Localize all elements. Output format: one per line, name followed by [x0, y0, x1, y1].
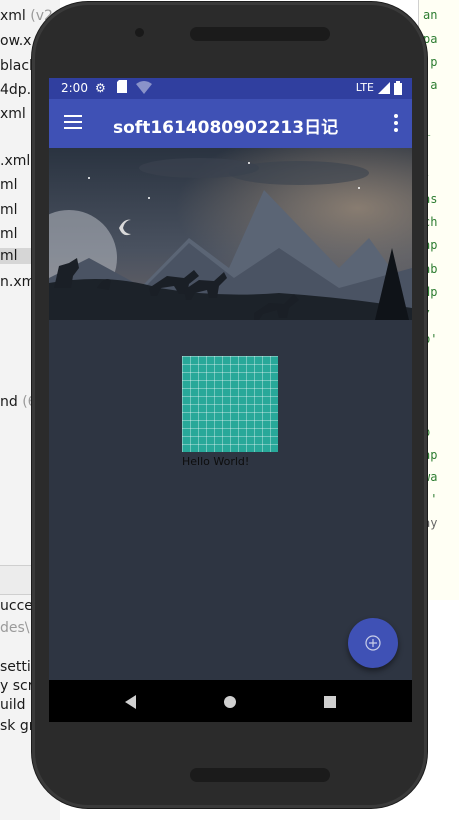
front-camera [135, 28, 144, 37]
hamburger-menu-icon[interactable] [64, 115, 82, 129]
settings-gear-icon: ⚙ [95, 81, 106, 95]
more-vert-icon[interactable] [394, 114, 398, 132]
top-speaker-grille [190, 27, 330, 41]
wifi-icon [136, 81, 152, 97]
status-bar: 2:00 ⚙ LTE [49, 78, 412, 99]
ide-file-item[interactable]: .xml [0, 153, 30, 169]
ide-file-item[interactable]: n.xm [0, 274, 35, 290]
system-navigation-bar [49, 680, 412, 722]
grid-image-view [182, 356, 278, 452]
code-line: an [423, 8, 438, 22]
signal-icon [378, 82, 390, 97]
ide-build-line: des\ [0, 620, 30, 636]
ide-build-line: uild [0, 697, 26, 713]
home-circle-icon[interactable] [220, 692, 240, 712]
back-triangle-icon[interactable] [121, 692, 141, 712]
battery-icon [394, 81, 402, 98]
ide-file-item[interactable]: xml [0, 106, 26, 122]
add-fab-button[interactable] [348, 618, 398, 668]
app-toolbar: soft1614080902213日记 [49, 99, 412, 148]
hello-text: Hello World! [182, 455, 250, 468]
status-time: 2:00 [61, 81, 88, 95]
network-type-label: LTE [355, 81, 374, 94]
bottom-speaker-grille [190, 768, 330, 782]
sd-card-icon [117, 80, 127, 96]
ide-file-item[interactable]: ml [0, 177, 18, 193]
recents-square-icon[interactable] [320, 692, 340, 712]
ide-file-item[interactable]: ml [0, 202, 18, 218]
ide-file-item[interactable]: ow.x [0, 33, 31, 49]
phone-screen: 2:00 ⚙ LTE soft1614080902213日记 Hello Wor… [49, 78, 412, 722]
app-title: soft1614080902213日记 [113, 118, 339, 138]
header-landscape-image [49, 148, 412, 320]
ide-build-line: setti [0, 659, 31, 675]
add-circle-icon [365, 635, 381, 651]
ide-build-line: ucce [0, 598, 33, 614]
ide-file-item[interactable]: ml [0, 226, 18, 242]
